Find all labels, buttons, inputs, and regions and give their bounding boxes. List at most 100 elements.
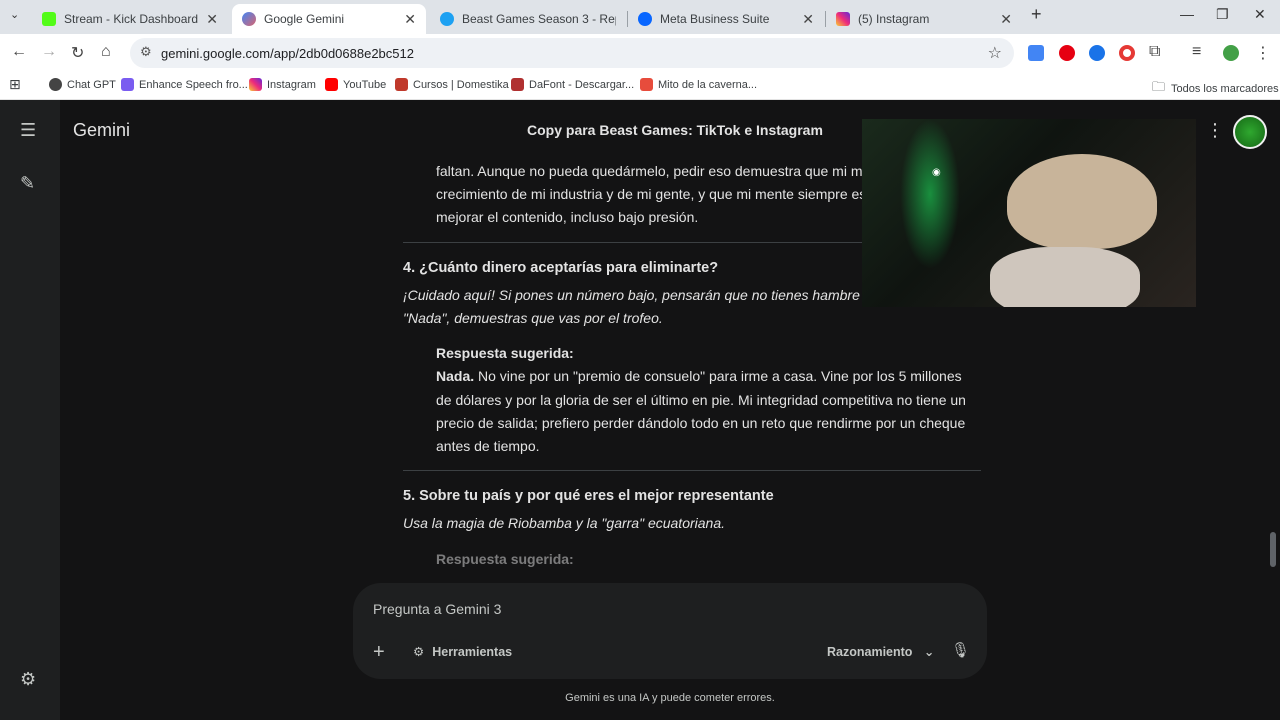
address-bar[interactable]: ⚙ gemini.google.com/app/2db0d0688e2bc512… — [130, 38, 1014, 68]
dafont-icon — [511, 78, 524, 91]
minimize-icon[interactable]: — — [1180, 6, 1194, 22]
webcam-overlay: ◉ — [862, 119, 1196, 307]
bookmark-domestika[interactable]: Cursos | Domestika — [395, 78, 509, 91]
chatgpt-icon — [49, 78, 62, 91]
question-5-heading: 5. Sobre tu país y por qué eres el mejor… — [403, 488, 774, 505]
apps-grid-icon[interactable]: ⊞ — [9, 76, 21, 93]
tab-title: Stream - Kick Dashboard — [64, 12, 199, 26]
extension-icon[interactable] — [1089, 45, 1105, 61]
close-tab-icon[interactable]: ✕ — [404, 11, 416, 28]
browser-toolbar: ← → ↻ ⌂ ⚙ gemini.google.com/app/2db0d068… — [0, 34, 1280, 72]
reload-icon[interactable]: ↻ — [71, 43, 84, 63]
tools-label: Herramientas — [432, 644, 513, 659]
bookmark-label: Mito de la caverna... — [658, 78, 758, 91]
straw-hat — [1007, 154, 1157, 249]
instagram-icon — [249, 78, 262, 91]
url-text: gemini.google.com/app/2db0d0688e2bc512 — [161, 46, 414, 61]
person — [990, 247, 1140, 307]
tab-gemini[interactable]: Google Gemini ✕ — [232, 4, 426, 34]
more-options-icon[interactable]: ⋮ — [1206, 120, 1224, 141]
new-tab-icon[interactable]: + — [1031, 4, 1042, 25]
profile-avatar-icon[interactable] — [1223, 45, 1239, 61]
site-icon — [640, 78, 653, 91]
add-icon[interactable]: + — [373, 641, 385, 664]
divider — [403, 470, 981, 472]
domestika-icon — [395, 78, 408, 91]
bookmark-youtube[interactable]: YouTube — [325, 78, 386, 91]
close-tab-icon[interactable]: ✕ — [206, 11, 218, 28]
prompt-composer[interactable]: Pregunta a Gemini 3 + ⚙ Herramientas Raz… — [353, 583, 987, 679]
microphone-icon[interactable]: 🎙 — [951, 641, 970, 659]
close-window-icon[interactable]: ✕ — [1254, 6, 1266, 23]
translate-extension-icon[interactable] — [1028, 45, 1044, 61]
suggested-answer-block: Respuesta sugerida: Nada. No vine por un… — [403, 342, 981, 458]
bookmark-star-icon[interactable]: ☆ — [988, 43, 1002, 63]
tools-button[interactable]: ⚙ Herramientas — [413, 644, 513, 660]
gemini-brand[interactable]: Gemini — [73, 120, 130, 141]
all-bookmarks-folder[interactable]: 🗀 Todos los marcadores — [1152, 78, 1279, 100]
bookmark-dafont[interactable]: DaFont - Descargar... — [511, 78, 634, 91]
mode-selector[interactable]: Razonamiento ⌄ — [827, 644, 934, 659]
tab-title: (5) Instagram — [858, 12, 930, 26]
youtube-icon — [325, 78, 338, 91]
meta-icon — [638, 12, 652, 26]
back-icon[interactable]: ← — [11, 43, 27, 61]
bookmark-label: Chat GPT — [67, 78, 116, 91]
tab-kick[interactable]: Stream - Kick Dashboard ✕ — [32, 4, 228, 34]
new-chat-icon[interactable]: ✎ — [20, 173, 35, 194]
tab-title: Google Gemini — [264, 12, 345, 26]
close-tab-icon[interactable]: ✕ — [802, 11, 814, 28]
answer-body: No vine por un "premio de consuelo" para… — [436, 368, 966, 455]
mode-label: Razonamiento — [827, 645, 913, 659]
home-icon[interactable]: ⌂ — [101, 43, 111, 61]
media-control-icon[interactable]: ≡ — [1192, 43, 1201, 61]
restore-icon[interactable]: ❐ — [1216, 6, 1229, 23]
chevron-down-icon: ⌄ — [923, 645, 935, 659]
menu-icon[interactable]: ☰ — [20, 120, 36, 141]
bookmark-label: Cursos | Domestika — [413, 78, 509, 91]
site-icon — [440, 12, 454, 26]
browser-tab-strip: ⌄ Stream - Kick Dashboard ✕ Google Gemin… — [0, 0, 1280, 34]
extensions-puzzle-icon[interactable]: ⧉ — [1149, 43, 1160, 61]
bookmark-instagram[interactable]: Instagram — [249, 78, 316, 91]
prompt-input[interactable]: Pregunta a Gemini 3 — [373, 601, 501, 617]
bookmark-chatgpt[interactable]: Chat GPT — [49, 78, 116, 91]
discord-logo-icon: ◉ — [932, 167, 941, 178]
disclaimer: Gemini es una IA y puede cometer errores… — [565, 692, 775, 704]
tab-title: Beast Games Season 3 - Repres — [462, 12, 616, 26]
tab-beast-games[interactable]: Beast Games Season 3 - Repres — [430, 4, 626, 34]
site-info-icon[interactable]: ⚙ — [140, 44, 152, 60]
instagram-icon — [836, 12, 850, 26]
tab-instagram[interactable]: (5) Instagram ✕ — [826, 4, 1022, 34]
forward-icon[interactable]: → — [41, 43, 57, 61]
bookmark-mito-caverna[interactable]: Mito de la caverna... — [640, 78, 757, 91]
bookmark-label: Enhance Speech fro... — [139, 78, 248, 91]
bookmark-label: Instagram — [267, 78, 316, 91]
close-tab-icon[interactable]: ✕ — [1000, 11, 1012, 28]
green-light — [900, 119, 960, 269]
bookmarks-bar: ⊞ Chat GPT Enhance Speech fro... Instagr… — [0, 72, 1280, 100]
conversation-title[interactable]: Copy para Beast Games: TikTok e Instagra… — [527, 122, 823, 138]
record-extension-icon[interactable] — [1119, 45, 1135, 61]
gemini-icon — [242, 12, 256, 26]
answer-lead: Nada. — [436, 368, 475, 385]
gemini-main: Gemini Copy para Beast Games: TikTok e I… — [60, 100, 1280, 720]
bookmark-enhance-speech[interactable]: Enhance Speech fro... — [121, 78, 248, 91]
tab-search-icon[interactable]: ⌄ — [10, 8, 19, 21]
kick-icon — [42, 12, 56, 26]
suggested-answer-label: Respuesta sugerida: — [436, 345, 574, 362]
bookmark-label: Todos los marcadores — [1171, 83, 1279, 95]
settings-icon[interactable]: ⚙ — [20, 669, 36, 690]
browser-menu-icon[interactable]: ⋮ — [1255, 43, 1271, 63]
bookmark-label: DaFont - Descargar... — [529, 78, 635, 91]
question-5-intro: Usa la magia de Riobamba y la "garra" ec… — [403, 515, 725, 532]
bookmark-label: YouTube — [343, 78, 387, 91]
suggested-answer-text: Nada. No vine por un "premio de consuelo… — [436, 365, 981, 458]
tab-meta[interactable]: Meta Business Suite ✕ — [628, 4, 824, 34]
tune-icon: ⚙ — [413, 645, 425, 659]
enhance-speech-icon — [121, 78, 134, 91]
gemini-sidebar: ☰ ✎ ⚙ — [0, 100, 60, 720]
opera-extension-icon[interactable] — [1059, 45, 1075, 61]
avatar[interactable] — [1233, 115, 1267, 149]
scrollbar[interactable] — [1270, 532, 1276, 567]
